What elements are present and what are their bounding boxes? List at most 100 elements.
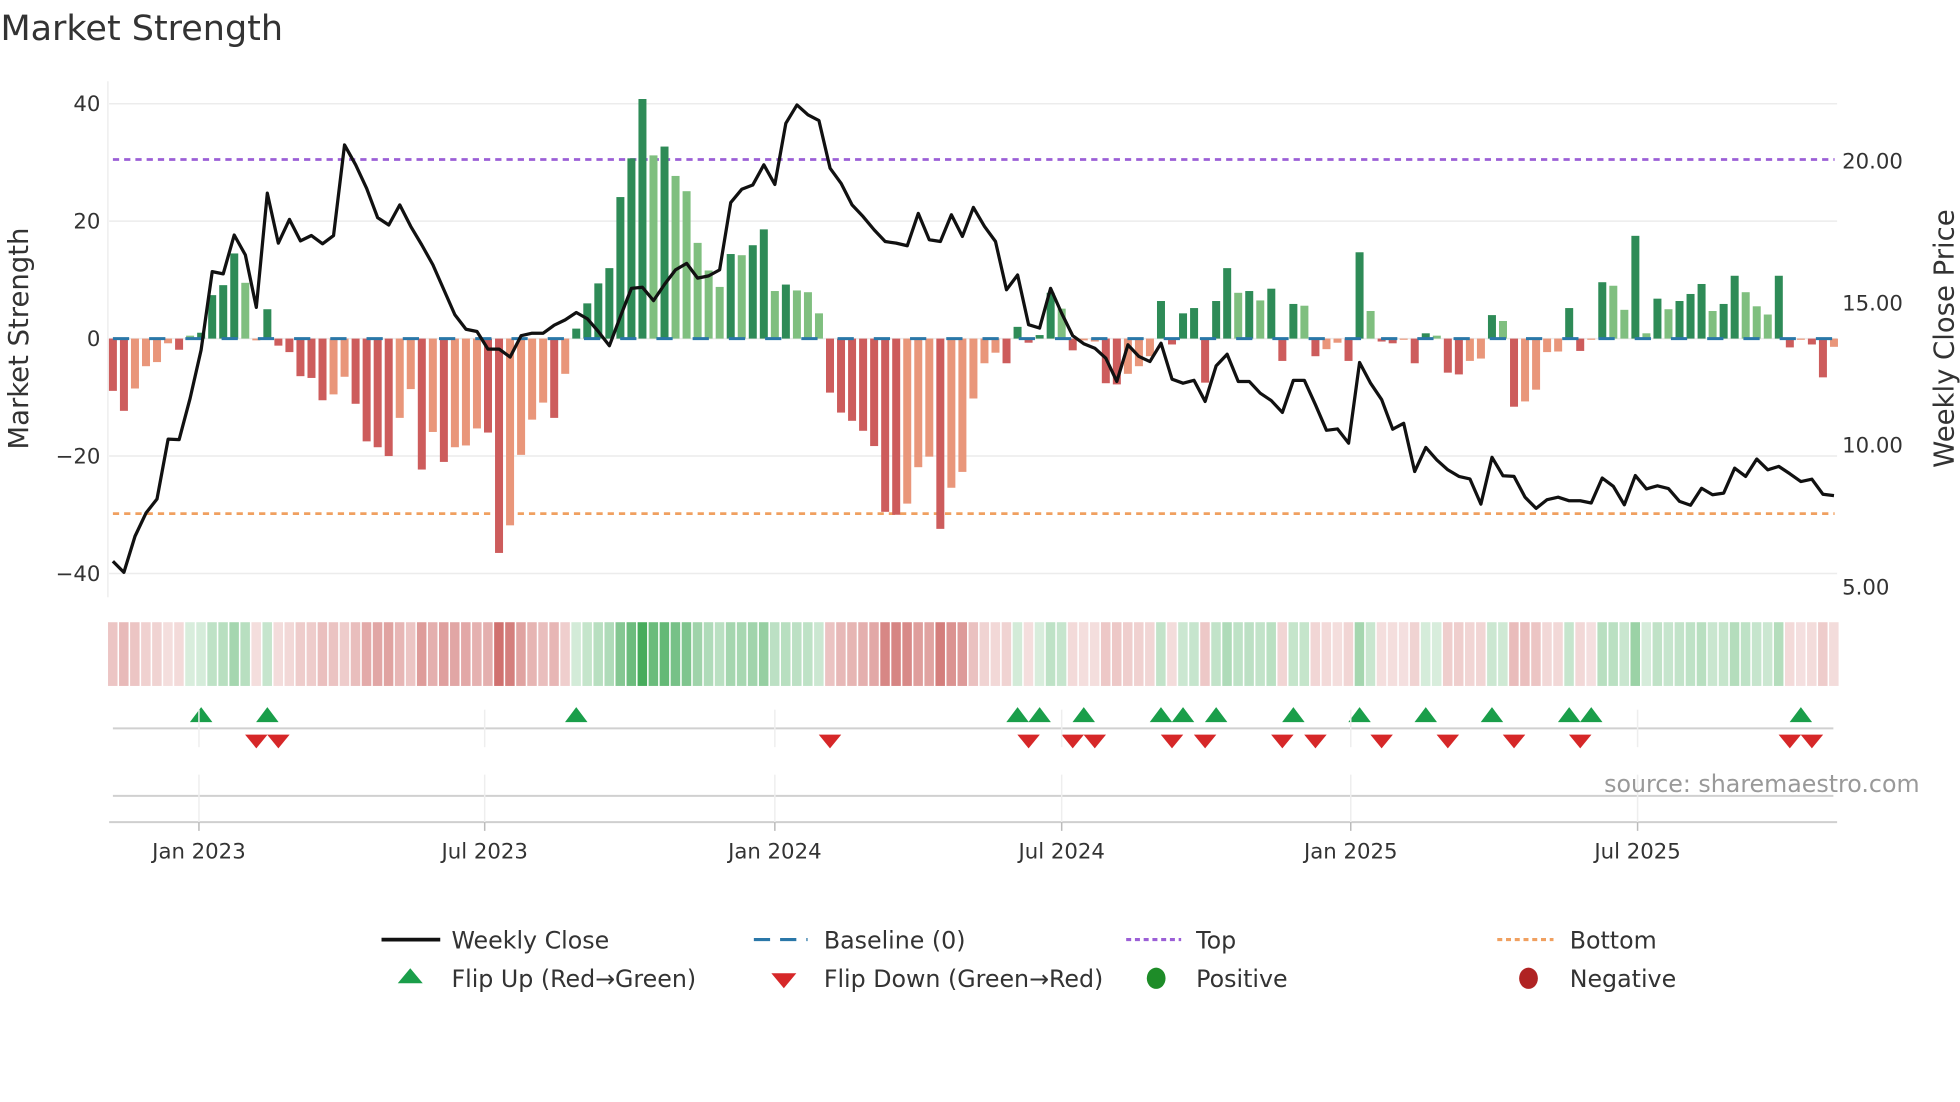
- positive-bar: [1631, 235, 1640, 339]
- heat-cell: [1343, 622, 1354, 686]
- y2-axis-label: Weekly Close Price: [1928, 209, 1960, 467]
- heat-cell: [1487, 622, 1497, 686]
- heat-cell: [416, 622, 427, 686]
- positive-bar: [263, 309, 272, 339]
- positive-bar: [781, 284, 790, 339]
- heat-cell: [1718, 622, 1729, 686]
- negative-bar: [550, 338, 559, 418]
- negative-bar: [1510, 338, 1519, 407]
- heat-cell: [1056, 622, 1067, 686]
- x-tick-label: Jul 2025: [1592, 839, 1680, 864]
- negative-bar: [539, 338, 548, 403]
- positive-bar: [1013, 326, 1022, 339]
- heat-cell: [1762, 622, 1773, 686]
- strength-bars: [108, 99, 1838, 553]
- positive-bar: [1487, 315, 1496, 339]
- flip-down-icon: [771, 973, 797, 989]
- negative-bar: [329, 338, 338, 395]
- positive-dot-icon: [1146, 967, 1166, 989]
- heat-cell: [1597, 622, 1607, 686]
- heat-cell: [516, 622, 526, 686]
- heat-cell: [1398, 622, 1409, 686]
- x-tick-label: Jan 2025: [1302, 839, 1398, 864]
- heat-cell: [174, 622, 184, 686]
- heat-cell: [119, 622, 129, 686]
- x-axis: Jan 2023 Jul 2023 Jan 2024 Jul 2024 Jan 2025…: [109, 709, 1838, 864]
- heat-cell: [869, 622, 879, 686]
- heat-cell: [372, 622, 383, 686]
- negative-bar: [914, 338, 923, 468]
- heat-cell: [339, 622, 350, 686]
- heat-cell: [196, 622, 206, 686]
- heat-cell: [1211, 622, 1221, 686]
- heat-cell: [593, 622, 603, 686]
- negative-bar: [1807, 338, 1816, 345]
- negative-bar: [153, 338, 162, 363]
- legend-weekly-close: Weekly Close: [451, 926, 609, 954]
- x-tick-label: Jan 2024: [726, 839, 822, 864]
- heat-cell: [1145, 622, 1155, 686]
- positive-bar: [1179, 313, 1188, 339]
- positive-bar: [748, 245, 757, 339]
- y2-tick-label: 15.00: [1842, 292, 1903, 317]
- negative-bar: [1410, 338, 1419, 364]
- negative-bar: [1443, 338, 1452, 373]
- positive-bar: [671, 175, 680, 339]
- y2-tick-label: 5.00: [1842, 576, 1889, 601]
- negative-bar: [340, 338, 349, 377]
- heat-cell: [450, 622, 460, 686]
- flip-down-marker: [1800, 734, 1824, 749]
- heat-cell: [670, 622, 681, 686]
- heat-cell: [1564, 622, 1574, 686]
- heat-cell: [1453, 622, 1464, 686]
- negative-bar: [351, 338, 360, 404]
- heat-cell: [438, 622, 449, 686]
- heat-cell: [1233, 622, 1243, 686]
- positive-bar: [1190, 308, 1199, 339]
- y-axis-label: Market Strength: [3, 228, 35, 450]
- heat-cell: [891, 622, 901, 686]
- heat-cell: [1288, 622, 1298, 686]
- flip-up-marker: [256, 707, 279, 723]
- negative-bar: [384, 338, 393, 457]
- heat-cell: [1299, 622, 1310, 686]
- heat-cell: [1420, 622, 1431, 686]
- heat-cell: [1409, 622, 1420, 686]
- heat-cell: [1641, 622, 1652, 686]
- heat-cell: [141, 622, 151, 686]
- negative-bar: [296, 338, 305, 377]
- negative-bar: [119, 338, 128, 411]
- heat-cell: [1387, 622, 1398, 686]
- negative-bar: [1796, 338, 1805, 340]
- positive-bar: [1498, 320, 1507, 339]
- heat-cell: [659, 622, 670, 686]
- positive-bar: [1763, 314, 1772, 339]
- y2-tick-label: 20.00: [1842, 150, 1903, 175]
- heat-cell: [163, 622, 173, 686]
- heat-cell: [218, 622, 228, 686]
- positive-bar: [1267, 288, 1276, 339]
- negative-bar: [1554, 338, 1563, 352]
- flip-down-marker: [1370, 734, 1393, 749]
- negative-bar: [108, 338, 117, 391]
- flip-up-marker: [1480, 707, 1504, 723]
- flip-up-icon: [397, 968, 423, 984]
- negative-bar: [1344, 338, 1353, 361]
- negative-bar: [439, 338, 448, 462]
- positive-bar: [693, 242, 702, 339]
- heat-cell: [1542, 622, 1552, 686]
- negative-bar: [1818, 338, 1827, 378]
- negative-bar: [991, 338, 1000, 353]
- heat-cell: [1222, 622, 1232, 686]
- positive-bar: [1245, 291, 1254, 339]
- negative-bar: [1145, 338, 1154, 357]
- negative-bar: [1454, 338, 1463, 375]
- legend-positive: Positive: [1196, 965, 1287, 993]
- x-tick-label: Jan 2023: [150, 839, 246, 864]
- flip-down-marker: [818, 734, 842, 749]
- heat-cell: [549, 622, 559, 686]
- heat-cell: [935, 622, 945, 686]
- positive-bar: [726, 254, 735, 339]
- flip-up-marker: [565, 707, 588, 723]
- flip-up-marker: [1282, 707, 1305, 723]
